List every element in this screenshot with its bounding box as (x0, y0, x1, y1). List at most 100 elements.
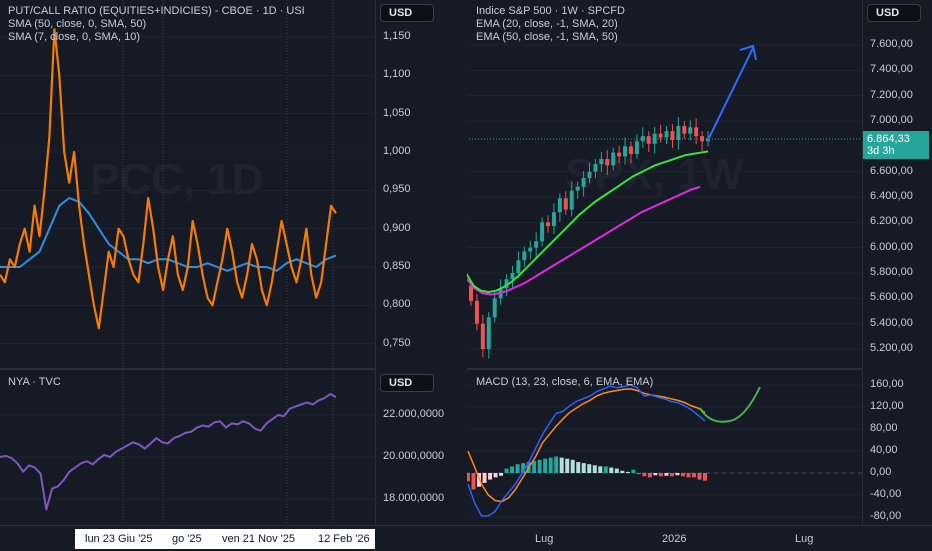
pcc-tick-label: 1,150 (383, 30, 411, 42)
macd-histogram-bar (515, 464, 520, 473)
candle-body (510, 273, 515, 280)
candle-body (575, 186, 580, 191)
macd-histogram-bar (504, 468, 509, 473)
macd-tick-label: 160,00 (870, 378, 904, 390)
macd-histogram-bar (565, 458, 570, 473)
pcc-tick-label: 0,850 (383, 260, 411, 272)
candle-body (664, 131, 669, 138)
macd-histogram-bar (482, 473, 487, 483)
candle-body (546, 222, 551, 227)
spx-tick-label: 5.200,00 (870, 342, 913, 354)
macd-histogram-bar (537, 459, 542, 473)
time-label: lun 23 Giu '25 (85, 533, 153, 545)
macd-histogram-bar (625, 471, 630, 473)
spx-tick-label: 7.600,00 (870, 38, 913, 50)
pcc-indicator-sma50[interactable]: SMA (50, close, 0, SMA, 50) (8, 18, 305, 31)
spx-title[interactable]: Indice S&P 500 · 1W · SPCFD (476, 5, 625, 18)
macd-histogram-bar (471, 473, 476, 490)
candle-body (694, 127, 699, 137)
candle-body (628, 146, 633, 154)
macd-histogram-bar (675, 473, 680, 476)
macd-histogram-bar (543, 458, 548, 473)
nya-currency-button[interactable]: USD (380, 374, 434, 392)
candle-body (557, 198, 562, 213)
candle-body (605, 159, 610, 166)
candle-body (646, 136, 651, 144)
spx-indicator-ema20[interactable]: EMA (20, close, -1, SMA, 20) (476, 18, 625, 31)
nya-tick-label: 22.000,0000 (383, 408, 445, 420)
spx-tick-label: 5.400,00 (870, 316, 913, 329)
candle-body (480, 323, 485, 349)
time-label: ven 21 Nov '25 (222, 533, 296, 545)
spx-indicator-ema50[interactable]: EMA (50, close, -1, SMA, 50) (476, 31, 625, 44)
pcc-tick-label: 0,900 (383, 221, 411, 234)
pcc-currency-button[interactable]: USD (380, 4, 434, 22)
macd-legend: MACD (13, 23, close, 6, EMA, EMA) (476, 376, 653, 389)
time-label: go '25 (172, 533, 202, 545)
nya-line (0, 393, 337, 511)
spx-tick-label: 7.200,00 (870, 88, 913, 101)
pcc-legend: PUT/CALL RATIO (EQUITIES+INDICIES) - CBO… (8, 5, 305, 44)
macd-histogram-bar (609, 467, 614, 473)
macd-title[interactable]: MACD (13, 23, close, 6, EMA, EMA) (476, 376, 653, 389)
macd-histogram-bar (493, 473, 498, 478)
spx-tick-label: 6.400,00 (870, 190, 913, 202)
candle-body (652, 133, 657, 144)
candle-body (670, 131, 675, 140)
spx-tick-label: 6.600,00 (870, 164, 913, 177)
macd-histogram-bar (703, 473, 707, 481)
candle-body (617, 152, 622, 157)
pcc-tick-label: 0,750 (383, 336, 411, 349)
candle-body (611, 152, 616, 166)
last-price: 6.864,33 (867, 133, 910, 145)
spx-tick-label: 7.400,00 (870, 63, 913, 76)
time-label: Lug (795, 533, 814, 545)
macd-line (467, 384, 706, 517)
macd-histogram-bar (653, 473, 658, 476)
spx-ema20-line (465, 150, 709, 293)
macd-histogram-bar (603, 466, 608, 473)
pcc-indicator-sma7[interactable]: SMA (7, close, 0, SMA, 10) (8, 31, 305, 44)
spx-ema50-line (465, 185, 701, 296)
macd-histogram-bar (686, 473, 691, 478)
macd-histogram-bar (587, 464, 592, 473)
candle-body (581, 178, 586, 187)
macd-histogram-bar (697, 473, 702, 480)
macd-histogram-bar (680, 473, 685, 477)
pcc-sma7-line (0, 28, 337, 330)
time-label: 2026 (662, 533, 687, 545)
candle-body (563, 198, 568, 210)
candle-body (640, 136, 645, 142)
candle-body (658, 133, 663, 138)
time-label: 12 Feb '26 (318, 533, 370, 545)
candle-body (688, 127, 693, 134)
macd-histogram-bar (598, 466, 603, 473)
spx-tick-label: 5.600,00 (870, 291, 913, 304)
candle-body (474, 300, 479, 324)
macd-histogram-bar (548, 457, 553, 473)
macd-tick-label: 40,00 (870, 444, 898, 456)
spx-currency-button[interactable]: USD (867, 4, 921, 22)
pcc-title[interactable]: PUT/CALL RATIO (EQUITIES+INDICIES) - CBO… (8, 5, 305, 18)
candle-body (569, 190, 574, 210)
candle-body (676, 126, 681, 140)
macd-histogram-bar (636, 473, 641, 475)
macd-tick-label: 80,00 (870, 422, 898, 434)
pcc-tick-label: 1,050 (383, 106, 411, 119)
candle-body (682, 126, 687, 134)
spx-tick-label: 6.000,00 (870, 240, 913, 253)
macd-histogram-bar (510, 466, 515, 473)
spx-tick-label: 5.800,00 (870, 266, 913, 278)
candle-body (528, 247, 533, 252)
macd-histogram-bar (488, 473, 493, 480)
pcc-tick-label: 1,000 (383, 145, 411, 157)
candle-body (593, 164, 598, 172)
candle-body (634, 141, 639, 154)
nya-title[interactable]: NYA · TVC (8, 376, 61, 389)
bar-countdown: 3d 3h (867, 145, 895, 157)
spx-tick-label: 7.000,00 (870, 114, 913, 126)
last-price-tag: 6.864,33 3d 3h (863, 131, 929, 159)
macd-tick-label: 0,00 (870, 466, 892, 478)
pcc-tick-label: 1,100 (383, 68, 411, 81)
candle-body (516, 260, 521, 273)
